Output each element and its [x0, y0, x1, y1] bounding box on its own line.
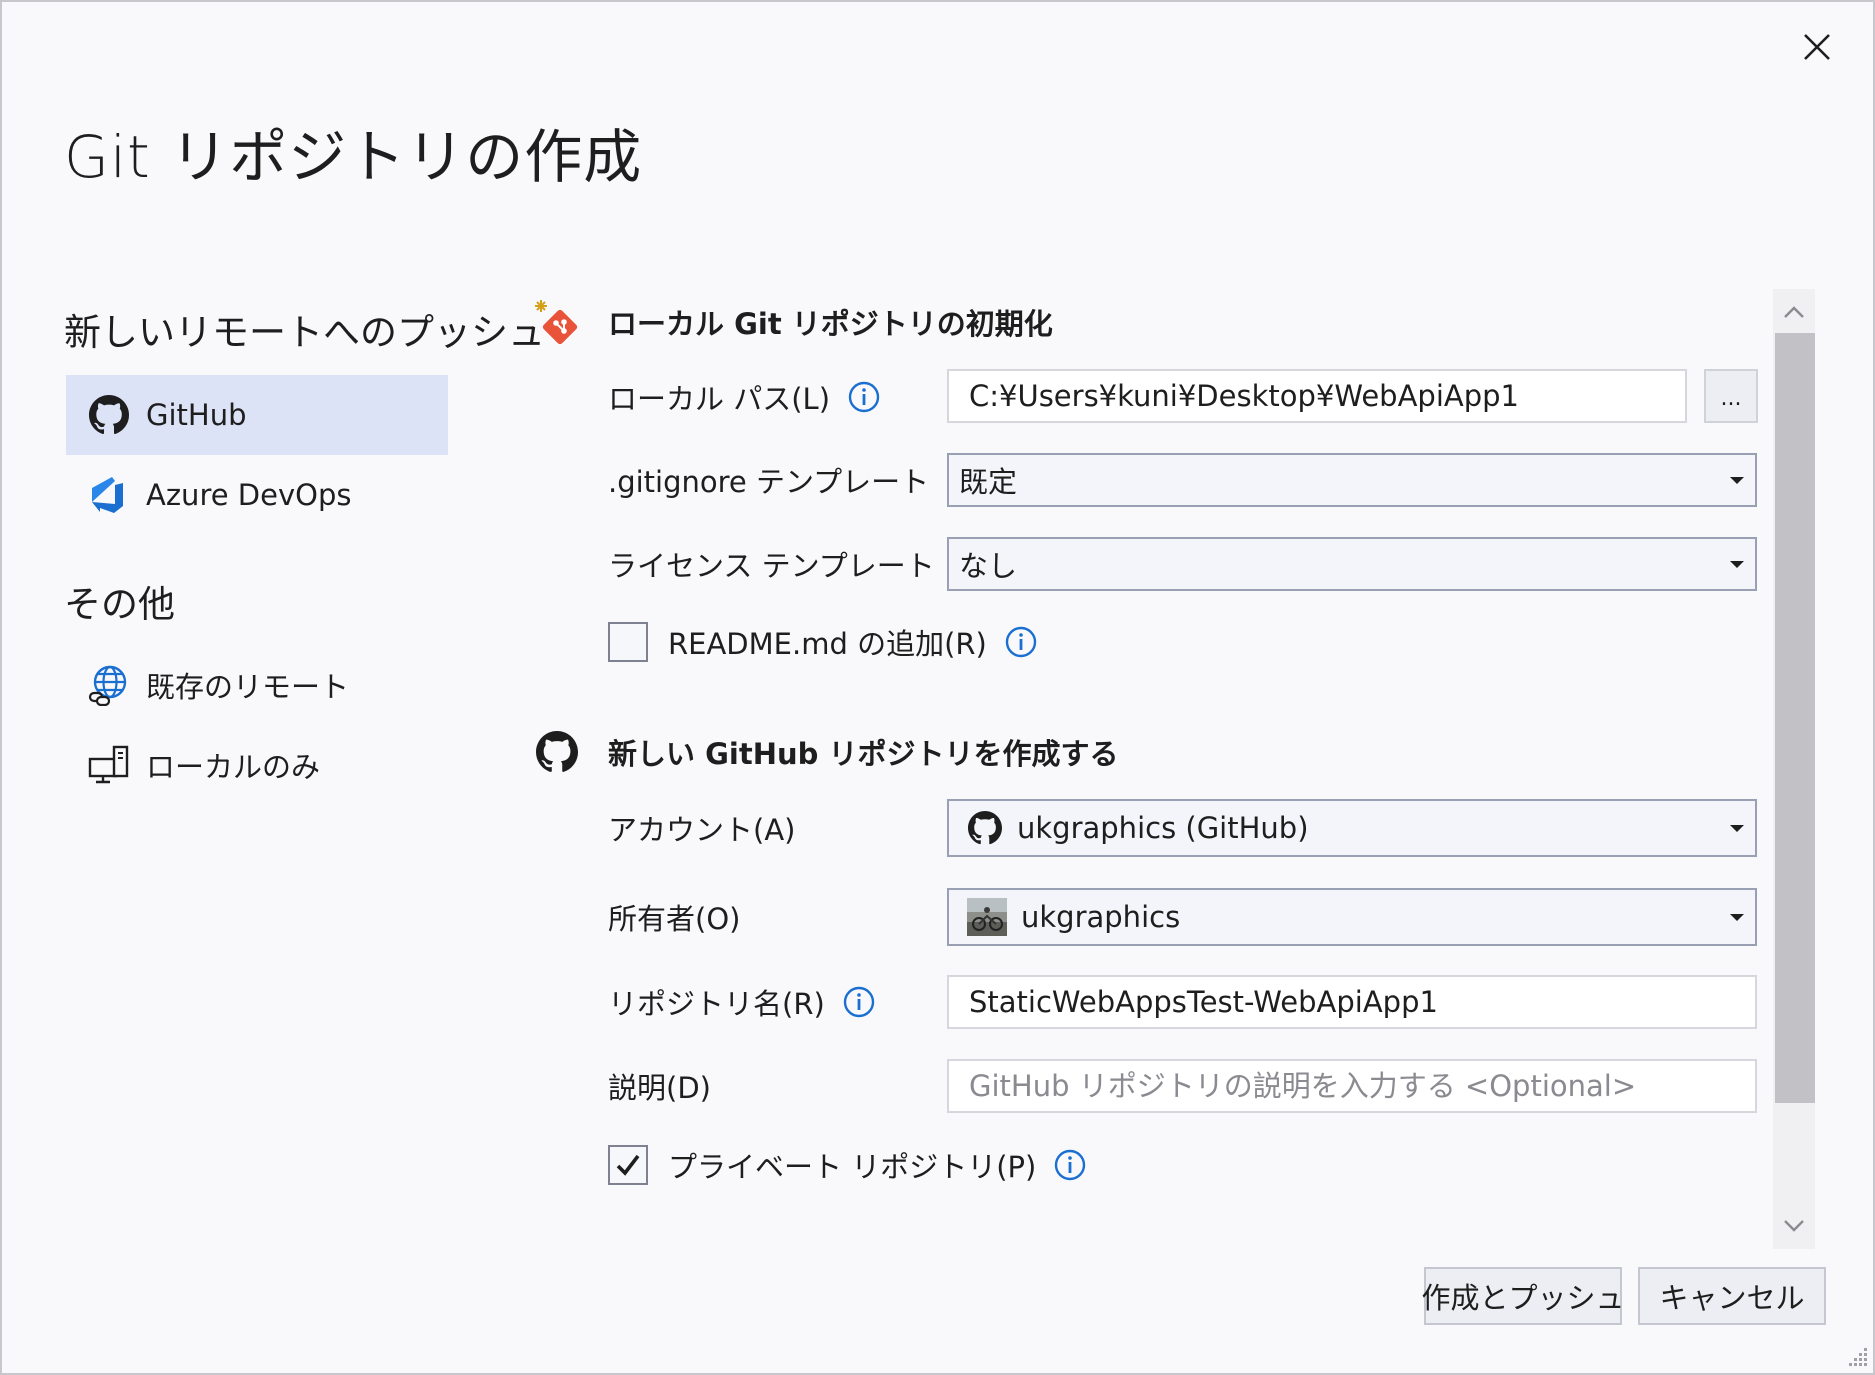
owner-label: 所有者(O): [608, 902, 741, 936]
local-path-label: ローカル パス(L): [608, 377, 880, 417]
nav-item-azure-devops[interactable]: Azure DevOps: [66, 455, 448, 535]
create-and-push-button[interactable]: 作成とプッシュ: [1422, 1267, 1625, 1325]
scroll-up-button[interactable]: [1773, 291, 1815, 333]
nav-item-local-only[interactable]: ローカルのみ: [66, 725, 448, 805]
license-label-text: ライセンス テンプレート: [608, 549, 935, 583]
github-icon: [532, 727, 582, 777]
description-field[interactable]: [947, 1059, 1757, 1113]
repo-name-label: リポジトリ名(R): [608, 982, 875, 1022]
description-input[interactable]: [969, 1069, 1755, 1103]
github-icon: [967, 810, 1003, 846]
vertical-scrollbar[interactable]: [1773, 289, 1815, 1249]
info-icon[interactable]: [848, 381, 880, 413]
push-heading: 新しいリモートへのプッシュ: [64, 311, 545, 354]
chevron-down-icon: [1719, 455, 1755, 505]
azure-devops-icon: [88, 474, 130, 516]
gitignore-template-dropdown[interactable]: 既定: [947, 453, 1757, 507]
license-selected-value: なし: [959, 549, 1018, 583]
private-repo-label: プライベート リポジトリ(P): [668, 1150, 1037, 1184]
nav-item-label: Azure DevOps: [146, 478, 352, 512]
owner-selected-value: ukgraphics: [1021, 900, 1181, 934]
gitignore-selected-value: 既定: [959, 465, 1018, 499]
other-heading: その他: [64, 583, 175, 626]
repo-name-label-text: リポジトリ名(R): [608, 987, 825, 1021]
readme-label: README.md の追加(R): [668, 627, 987, 661]
local-computer-icon: [88, 744, 130, 786]
chevron-down-icon: [1719, 890, 1755, 944]
repo-name-field[interactable]: [947, 975, 1757, 1029]
info-icon[interactable]: [1005, 626, 1037, 658]
nav-item-label: GitHub: [146, 398, 247, 432]
description-label: 説明(D): [608, 1071, 711, 1105]
github-icon: [88, 394, 130, 436]
account-dropdown[interactable]: ukgraphics (GitHub): [947, 799, 1757, 857]
create-git-repository-dialog: Git リポジトリの作成 新しいリモートへのプッシュ GitHub Azure …: [0, 0, 1875, 1375]
scrollbar-thumb[interactable]: [1775, 333, 1815, 1103]
chevron-down-icon: [1719, 539, 1755, 589]
readme-checkbox-row[interactable]: README.md の追加(R): [608, 621, 1037, 663]
scroll-down-button[interactable]: [1773, 1205, 1815, 1247]
local-path-field[interactable]: [947, 369, 1687, 423]
license-template-dropdown[interactable]: なし: [947, 537, 1757, 591]
nav-item-github[interactable]: GitHub: [66, 375, 448, 455]
local-git-section-header: ローカル Git リポジトリの初期化: [532, 297, 1053, 347]
checkmark-icon: [616, 1154, 640, 1176]
local-path-label-text: ローカル パス(L): [608, 382, 831, 416]
cancel-button[interactable]: キャンセル: [1638, 1267, 1826, 1325]
chevron-down-icon: [1784, 1220, 1804, 1232]
dialog-title: Git リポジトリの作成: [64, 123, 643, 191]
git-init-icon: [532, 297, 582, 347]
repo-name-input[interactable]: [969, 985, 1755, 1019]
gitignore-label-text: .gitignore テンプレート: [608, 465, 930, 499]
nav-item-label: ローカルのみ: [146, 750, 321, 784]
github-section-title: 新しい GitHub リポジトリを作成する: [608, 737, 1119, 771]
private-repo-checkbox-row[interactable]: プライベート リポジトリ(P): [608, 1144, 1086, 1186]
avatar: [967, 898, 1007, 936]
close-button[interactable]: [1797, 27, 1837, 67]
account-label: アカウント(A): [608, 813, 796, 847]
license-label: ライセンス テンプレート: [608, 544, 985, 584]
resize-grip-icon[interactable]: [1843, 1343, 1869, 1369]
local-path-input[interactable]: [969, 379, 1685, 413]
chevron-up-icon: [1784, 306, 1804, 318]
local-git-section-title: ローカル Git リポジトリの初期化: [608, 307, 1053, 341]
nav-item-existing-remote[interactable]: 既存のリモート: [66, 645, 448, 725]
github-section-header: 新しい GitHub リポジトリを作成する: [532, 727, 1118, 777]
nav-item-label: 既存のリモート: [146, 670, 350, 704]
info-icon[interactable]: [843, 986, 875, 1018]
gitignore-label: .gitignore テンプレート: [608, 460, 979, 500]
close-icon: [1804, 34, 1830, 60]
chevron-down-icon: [1719, 801, 1755, 855]
private-repo-checkbox[interactable]: [608, 1145, 648, 1185]
owner-dropdown[interactable]: ukgraphics: [947, 888, 1757, 946]
account-selected-value: ukgraphics (GitHub): [1017, 811, 1309, 845]
info-icon[interactable]: [1054, 1149, 1086, 1181]
globe-link-icon: [88, 664, 130, 706]
browse-button[interactable]: ...: [1704, 369, 1758, 423]
readme-checkbox[interactable]: [608, 622, 648, 662]
